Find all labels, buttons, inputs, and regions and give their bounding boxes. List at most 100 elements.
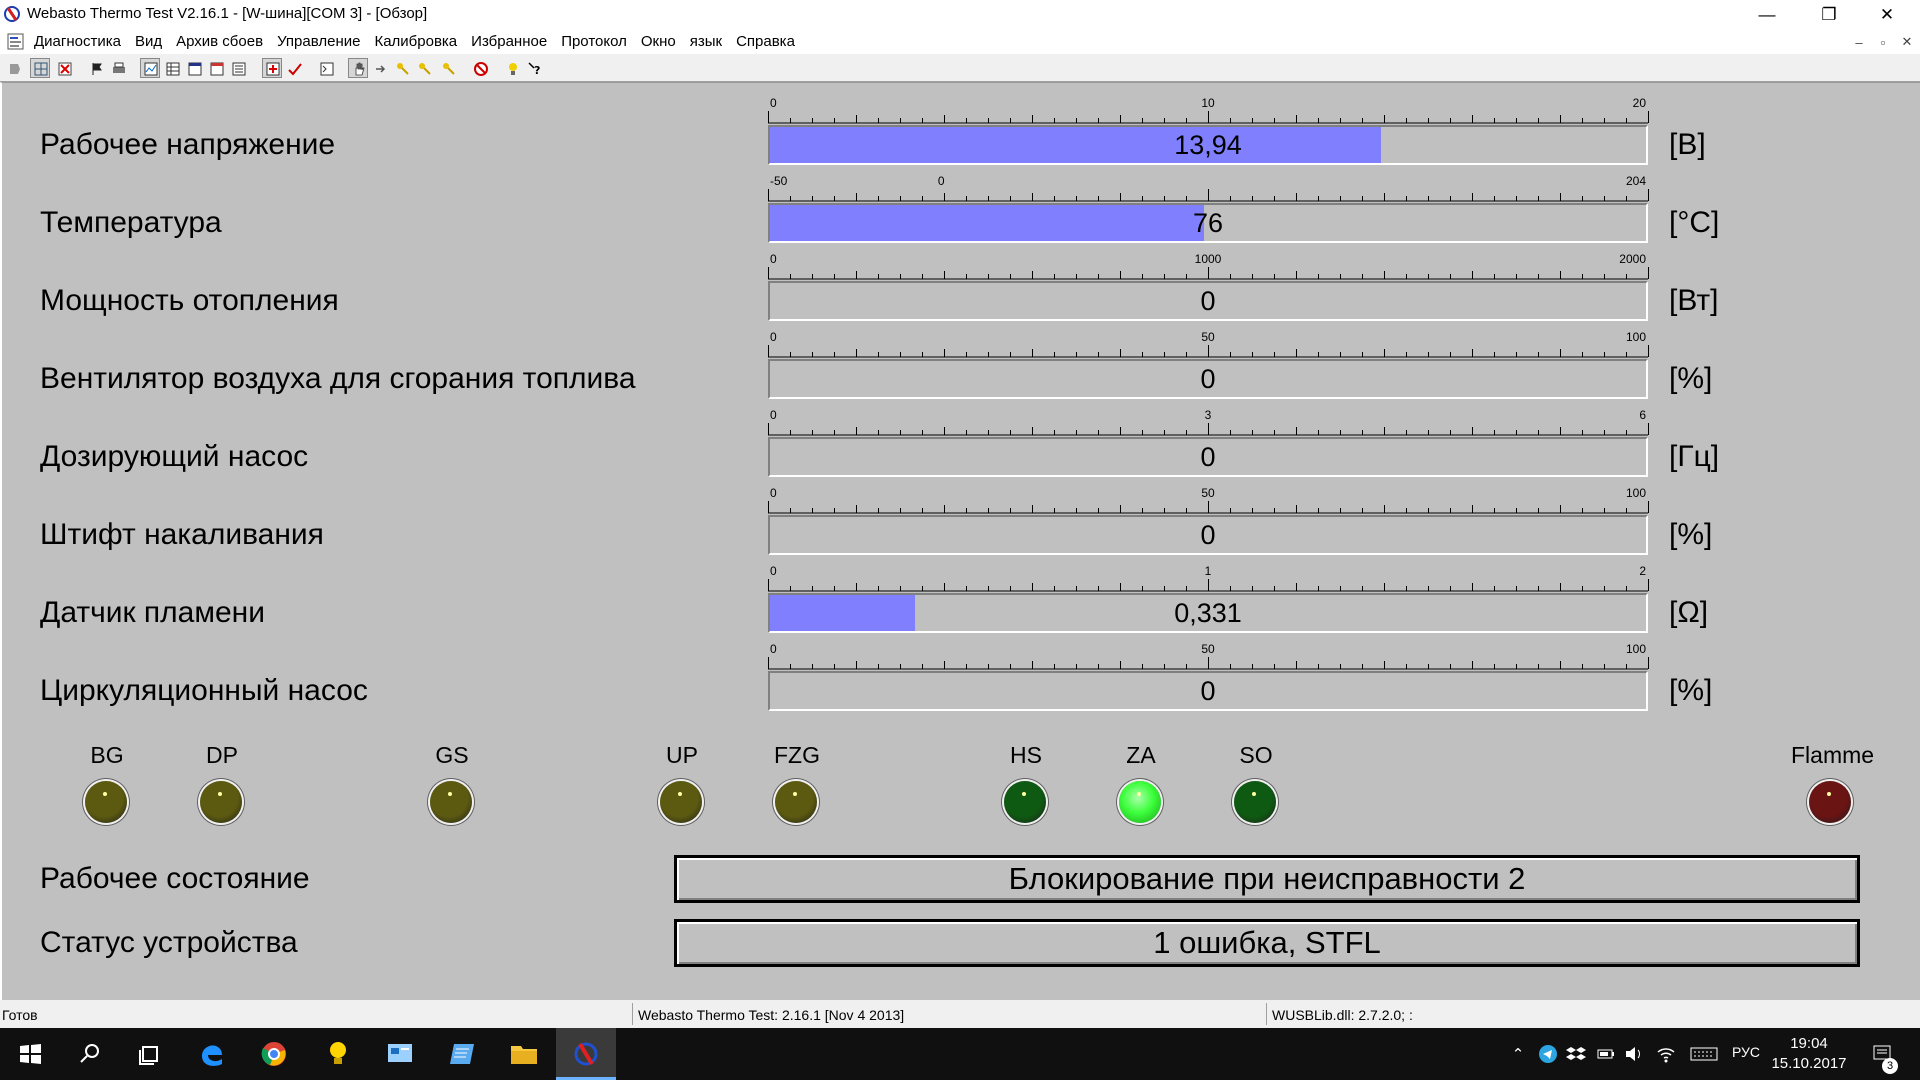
menu-view[interactable]: Вид <box>135 33 162 50</box>
measure-label-flame-sensor: Датчик пламени <box>40 596 265 629</box>
clock-time: 19:04 <box>1790 1035 1828 1052</box>
start-icon[interactable] <box>14 1038 46 1070</box>
menu-language[interactable]: язык <box>690 33 722 50</box>
arrow-icon[interactable] <box>370 58 390 78</box>
scale-tick-label: -50 <box>770 174 788 188</box>
svg-text:?: ? <box>534 64 540 76</box>
gauge-bar-combustion-fan: 0 <box>768 359 1648 399</box>
menu-window[interactable]: Окно <box>641 33 676 50</box>
file-explorer-icon[interactable] <box>508 1038 540 1070</box>
webasto-app-icon[interactable] <box>2 4 22 24</box>
scale-tick-label: 100 <box>1626 486 1646 500</box>
table-icon[interactable] <box>162 58 182 78</box>
bulb-icon[interactable] <box>502 58 522 78</box>
menu-fault-archive[interactable]: Архив сбоев <box>176 33 263 50</box>
status-version: Webasto Thermo Test: 2.16.1 [Nov 4 2013] <box>638 1007 905 1023</box>
led-label-flamme: Flamme <box>1791 742 1875 768</box>
mdi-close-button[interactable]: ✕ <box>1896 32 1918 52</box>
chrome-icon[interactable] <box>258 1038 290 1070</box>
add-icon[interactable] <box>262 58 282 78</box>
list-icon[interactable] <box>228 58 248 78</box>
scale-tick-label: 1 <box>1205 564 1212 578</box>
menu-help[interactable]: Справка <box>736 33 795 50</box>
gauge-bar-circulation-pump: 0 <box>768 671 1648 711</box>
menu-calibration[interactable]: Калибровка <box>374 33 457 50</box>
edge-icon[interactable] <box>196 1038 228 1070</box>
document-icon[interactable] <box>6 32 26 51</box>
dropbox-icon[interactable] <box>1566 1044 1586 1064</box>
key3-icon[interactable] <box>438 58 458 78</box>
print-icon[interactable] <box>108 58 128 78</box>
minimize-button[interactable]: — <box>1738 0 1796 29</box>
led-indicator-gs <box>430 781 472 823</box>
gauge-bar-temperature: 76 <box>768 203 1648 243</box>
gauge-bar-heating-power: 0 <box>768 281 1648 321</box>
grid-icon[interactable] <box>30 58 50 78</box>
measure-unit-glow-pin: [%] <box>1669 518 1713 551</box>
scale-dosing-pump: 0 3 6 <box>768 408 1649 436</box>
telegram-icon[interactable] <box>1538 1044 1558 1064</box>
gauge-bar-dosing-pump: 0 <box>768 437 1648 477</box>
window-title: Webasto Thermo Test V2.16.1 - [W-шина][C… <box>27 5 428 22</box>
menu-control[interactable]: Управление <box>277 33 360 50</box>
scale-tick-label: 0 <box>770 252 777 266</box>
gauge-value-dosing-pump: 0 <box>1200 441 1216 472</box>
device-status-value: 1 ошибка, STFL <box>674 919 1860 967</box>
battery-icon[interactable] <box>1596 1044 1616 1064</box>
close-button[interactable]: ✕ <box>1858 0 1916 29</box>
measure-unit-flame-sensor: [Ω] <box>1669 596 1709 629</box>
input-language[interactable]: РУС <box>1732 1044 1760 1060</box>
device-status-label: Статус устройства <box>40 926 298 959</box>
mdi-restore-button[interactable]: ▫ <box>1872 32 1894 52</box>
control-panel-icon[interactable] <box>384 1038 416 1070</box>
key-icon[interactable] <box>392 58 412 78</box>
flag-icon[interactable] <box>86 58 106 78</box>
tray-chevron-icon[interactable]: ⌃ <box>1508 1044 1528 1064</box>
keyboard-icon[interactable] <box>1690 1044 1718 1064</box>
gauge-bar-glow-pin: 0 <box>768 515 1648 555</box>
scale-tick-label: 0 <box>770 564 777 578</box>
led-indicator-hs <box>1004 781 1046 823</box>
task-view-icon[interactable] <box>134 1038 166 1070</box>
scale-tick-label: 0 <box>770 486 777 500</box>
window2-icon[interactable] <box>206 58 226 78</box>
search-icon[interactable] <box>74 1038 106 1070</box>
volume-icon[interactable] <box>1624 1044 1644 1064</box>
wifi-icon[interactable] <box>1656 1044 1676 1064</box>
clock[interactable]: 19:04 15.10.2017 <box>1768 1034 1850 1074</box>
mdi-minimize-button[interactable]: – <box>1848 32 1870 52</box>
menu-diagnostics[interactable]: Диагностика <box>34 33 121 50</box>
webasto-app-icon[interactable] <box>570 1038 602 1070</box>
measure-unit-heating-power: [Вт] <box>1669 284 1719 317</box>
scale-tick-label: 50 <box>1201 486 1215 500</box>
delete-icon[interactable] <box>54 58 74 78</box>
scale-tick-label: 3 <box>1205 408 1212 422</box>
led-indicator-bg <box>85 781 127 823</box>
wordpad-icon[interactable] <box>446 1038 478 1070</box>
menu-protocol[interactable]: Протокол <box>561 33 627 50</box>
measure-unit-combustion-fan: [%] <box>1669 362 1713 395</box>
check-icon[interactable] <box>284 58 304 78</box>
bulb-app-icon[interactable] <box>322 1038 354 1070</box>
scale-heating-power: 0 1000 2000 <box>768 252 1649 280</box>
scale-glow-pin: 0 50 100 <box>768 486 1649 514</box>
scale-voltage: 0 10 20 <box>768 96 1649 124</box>
hand-icon[interactable] <box>348 58 368 78</box>
measure-unit-temperature: [°C] <box>1669 206 1720 239</box>
chart-icon[interactable] <box>140 58 160 78</box>
window-icon[interactable] <box>184 58 204 78</box>
gauge-value-glow-pin: 0 <box>1200 519 1216 550</box>
stop-icon[interactable] <box>470 58 490 78</box>
restore-button[interactable]: ❐ <box>1800 0 1858 29</box>
terminal-icon[interactable] <box>316 58 336 78</box>
menu-favorites[interactable]: Избранное <box>471 33 547 50</box>
status-ready: Готов <box>2 1007 38 1023</box>
title-bar: Webasto Thermo Test V2.16.1 - [W-шина][C… <box>0 0 1920 29</box>
led-indicator-so <box>1234 781 1276 823</box>
scale-tick-label: 0 <box>770 408 777 422</box>
back-icon[interactable] <box>4 58 24 78</box>
led-label-gs: GS <box>435 742 469 768</box>
help-icon[interactable]: ? <box>524 58 544 78</box>
key2-icon[interactable] <box>414 58 434 78</box>
led-label-fzg: FZG <box>774 742 820 768</box>
